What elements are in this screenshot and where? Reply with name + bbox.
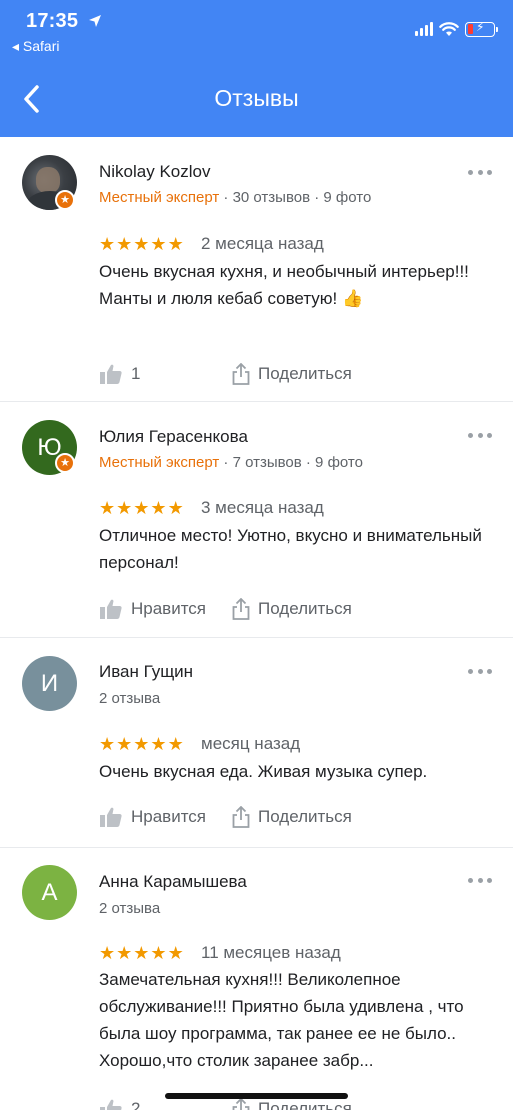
- review-card: Ю ★ Юлия Герасенкова Местный эксперт · 7…: [0, 402, 513, 638]
- app-header: 17:35 ◂ Safari ⚡ Отзывы: [0, 0, 513, 137]
- review-text: Замечательная кухня!!! Великолепное обсл…: [99, 970, 464, 1070]
- status-time: 17:35: [26, 10, 79, 32]
- like-button[interactable]: Нравится: [99, 806, 206, 828]
- thumbs-up-icon: [100, 364, 122, 384]
- share-button[interactable]: Поделиться: [232, 598, 352, 620]
- like-button[interactable]: 1: [99, 363, 140, 385]
- star-rating: ★ ★ ★ ★ ★: [99, 234, 184, 254]
- avatar-letter: И: [40, 669, 59, 697]
- location-arrow-icon: [89, 15, 101, 27]
- review-text: Отличное место! Уютно, вкусно и внимател…: [99, 526, 482, 572]
- more-options-icon[interactable]: [468, 666, 492, 676]
- thumbs-up-icon: [100, 599, 122, 619]
- thumbs-up-icon: [100, 1099, 122, 1110]
- home-indicator[interactable]: [165, 1093, 348, 1099]
- review-date: месяц назад: [201, 734, 301, 753]
- local-guide-star-icon: ★: [55, 190, 75, 210]
- share-icon: [232, 806, 250, 828]
- review-card: И Иван Гущин 2 отзыва ★ ★ ★ ★ ★ месяц назад …: [0, 638, 513, 848]
- share-label: Поделиться: [258, 1099, 352, 1110]
- share-label: Поделиться: [258, 807, 352, 826]
- share-button[interactable]: Поделиться: [232, 363, 352, 385]
- wifi-icon: [439, 21, 459, 36]
- share-icon: [232, 1098, 250, 1110]
- reviewer-name[interactable]: Юлия Герасенкова: [99, 427, 248, 447]
- reviewer-name[interactable]: Иван Гущин: [99, 662, 193, 682]
- back-to-safari-link[interactable]: ◂ Safari: [12, 38, 60, 55]
- reviewer-counts: · 30 отзывов · 9 фото: [219, 189, 372, 206]
- like-count: 1: [131, 364, 141, 383]
- star-rating: ★ ★ ★ ★ ★: [99, 498, 184, 518]
- page-title: Отзывы: [214, 85, 299, 111]
- reviewer-name[interactable]: Анна Карамышева: [99, 872, 247, 892]
- like-button[interactable]: Нравится: [99, 598, 206, 620]
- review-text: Очень вкусная еда. Живая музыка супер.: [99, 762, 428, 781]
- review-date: 11 месяцев назад: [201, 943, 341, 962]
- star-rating: ★ ★ ★ ★ ★: [99, 734, 184, 754]
- reviewer-stats: 2 отзыва: [99, 900, 161, 917]
- like-count: 2: [131, 1099, 141, 1110]
- review-date: 3 месяца назад: [201, 498, 324, 517]
- reviewer-stats: Местный эксперт · 7 отзывов · 9 фото: [99, 454, 363, 471]
- share-button[interactable]: Поделиться: [232, 806, 352, 828]
- like-label: Нравится: [131, 599, 207, 618]
- local-expert-label: Местный эксперт: [99, 454, 220, 471]
- more-options-icon[interactable]: [468, 430, 492, 440]
- more-options-icon[interactable]: [468, 167, 492, 177]
- review-card: ★ Nikolay Kozlov Местный эксперт · 30 от…: [0, 137, 513, 402]
- share-icon: [232, 598, 250, 620]
- reviewer-name[interactable]: Nikolay Kozlov: [99, 162, 211, 182]
- status-icons: ⚡: [415, 20, 498, 38]
- avatar[interactable]: А: [22, 865, 77, 920]
- review-date: 2 месяца назад: [201, 234, 324, 253]
- cellular-signal-icon: [415, 22, 433, 36]
- share-label: Поделиться: [258, 599, 352, 618]
- local-guide-star-icon: ★: [55, 453, 75, 473]
- reviewer-stats: 2 отзыва: [99, 690, 161, 707]
- share-button[interactable]: Поделиться: [232, 1098, 352, 1110]
- avatar-letter: А: [41, 878, 58, 906]
- battery-icon: ⚡: [465, 20, 498, 37]
- more-options-icon[interactable]: [468, 875, 492, 885]
- like-button[interactable]: 2: [99, 1098, 140, 1110]
- review-card: А Анна Карамышева 2 отзыва ★ ★ ★ ★ ★ 11 меся…: [0, 848, 513, 1110]
- review-text: Очень вкусная кухня, и необычный интерье…: [99, 262, 469, 308]
- share-label: Поделиться: [258, 364, 352, 383]
- like-label: Нравится: [131, 807, 207, 826]
- thumbs-up-icon: [100, 807, 122, 827]
- local-expert-label: Местный эксперт: [99, 189, 220, 206]
- star-rating: ★ ★ ★ ★ ★: [99, 943, 184, 963]
- avatar[interactable]: И: [22, 656, 77, 711]
- reviewer-stats: Местный эксперт · 30 отзывов · 9 фото: [99, 189, 371, 206]
- share-icon: [232, 363, 250, 385]
- reviewer-counts: · 7 отзывов · 9 фото: [219, 454, 363, 471]
